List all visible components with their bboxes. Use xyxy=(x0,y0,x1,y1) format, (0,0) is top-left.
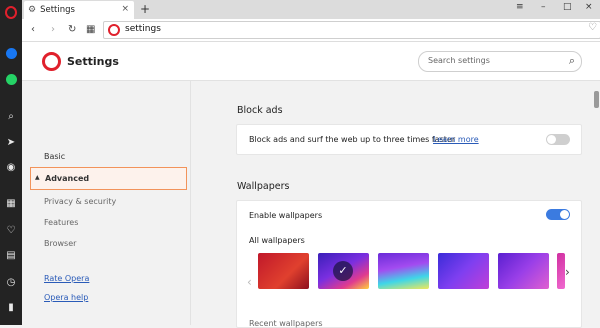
maximize-button[interactable]: □ xyxy=(563,2,572,12)
search-placeholder: Search settings xyxy=(428,56,490,65)
search-settings-input[interactable]: Search settings ⌕ xyxy=(418,51,582,72)
settings-page: Settings Search settings ⌕ Basic ▲ Advan… xyxy=(22,42,600,328)
messenger-icon[interactable] xyxy=(4,46,18,60)
url-field[interactable]: settings ♡ xyxy=(103,21,600,39)
heart-icon[interactable]: ♡ xyxy=(4,223,18,237)
wallpaper-thumb-6[interactable] xyxy=(557,253,565,289)
settings-content: Block ads Block ads and surf the web up … xyxy=(191,81,600,328)
sidebar-item-advanced[interactable]: ▲ Advanced xyxy=(30,167,187,190)
all-wallpapers-label: All wallpapers xyxy=(249,236,305,245)
learn-more-link[interactable]: Learn more xyxy=(433,135,479,144)
block-ads-heading: Block ads xyxy=(237,105,283,116)
toggle-knob xyxy=(547,135,556,144)
menu-icon[interactable]: ≡ xyxy=(516,2,524,12)
back-button[interactable]: ‹ xyxy=(31,24,35,35)
bookmark-heart-icon[interactable]: ♡ xyxy=(588,22,597,33)
tab-close-icon[interactable]: × xyxy=(121,4,129,14)
block-ads-toggle[interactable] xyxy=(546,134,570,145)
whatsapp-icon[interactable] xyxy=(4,72,18,86)
close-window-button[interactable]: × xyxy=(585,2,593,12)
wallpaper-thumb-4[interactable] xyxy=(438,253,489,289)
speed-dial-button[interactable]: ▦ xyxy=(86,24,95,35)
address-bar: ‹ › ↻ ▦ settings ♡ xyxy=(22,19,600,42)
search-icon: ⌕ xyxy=(568,54,575,67)
enable-wallpapers-toggle[interactable] xyxy=(546,209,570,220)
page-scrollbar[interactable] xyxy=(593,88,600,325)
send-icon[interactable]: ➤ xyxy=(4,135,18,149)
settings-header: Settings Search settings ⌕ xyxy=(22,42,600,81)
opera-help-link[interactable]: Opera help xyxy=(44,293,88,302)
tab-settings[interactable]: ⚙ Settings × xyxy=(24,1,134,19)
opera-site-icon xyxy=(108,24,120,36)
gear-icon: ⚙ xyxy=(28,5,37,15)
block-ads-card: Block ads and surf the web up to three t… xyxy=(236,124,582,155)
rate-opera-link[interactable]: Rate Opera xyxy=(44,274,89,283)
collapse-arrow-icon: ▲ xyxy=(35,174,40,181)
wallpaper-thumb-5[interactable] xyxy=(498,253,549,289)
sidebar-item-basic[interactable]: Basic xyxy=(44,152,65,161)
history-icon[interactable]: ◷ xyxy=(4,275,18,289)
enable-wallpapers-label: Enable wallpapers xyxy=(249,211,323,220)
news-icon[interactable]: ▤ xyxy=(4,248,18,262)
opera-menu-icon[interactable] xyxy=(4,5,18,19)
camera-icon[interactable]: ◉ xyxy=(4,160,18,174)
page-title: Settings xyxy=(67,55,119,68)
wallpaper-next-arrow[interactable]: › xyxy=(565,265,570,279)
reload-button[interactable]: ↻ xyxy=(68,24,76,35)
wallpapers-heading: Wallpapers xyxy=(237,181,290,192)
settings-sidebar: Basic ▲ Advanced Privacy & security Feat… xyxy=(22,81,191,325)
tab-strip: ⚙ Settings × + ≡ – □ × xyxy=(22,0,600,19)
wallpaper-thumb-1[interactable] xyxy=(258,253,309,289)
scrollbar-thumb[interactable] xyxy=(594,91,599,108)
search-icon[interactable]: ⌕ xyxy=(4,109,18,123)
wallpaper-thumb-3[interactable] xyxy=(378,253,429,289)
recent-wallpapers-label: Recent wallpapers xyxy=(249,319,323,328)
selected-check-icon: ✓ xyxy=(333,261,353,281)
url-text: settings xyxy=(125,24,161,34)
block-ads-text: Block ads and surf the web up to three t… xyxy=(249,135,456,144)
opera-sidebar-rail: ⌕ ➤ ◉ ▦ ♡ ▤ ◷ ▮ xyxy=(0,0,22,325)
toggle-knob xyxy=(560,210,569,219)
sidebar-item-browser[interactable]: Browser xyxy=(44,239,76,248)
sidebar-item-label: Advanced xyxy=(45,174,90,183)
wallpaper-thumb-2[interactable]: ✓ xyxy=(318,253,369,289)
new-tab-button[interactable]: + xyxy=(140,2,150,16)
opera-logo-icon xyxy=(42,52,61,71)
speed-dial-icon[interactable]: ▦ xyxy=(4,196,18,210)
sidebar-item-privacy[interactable]: Privacy & security xyxy=(44,197,116,206)
sidebar-toggle-icon[interactable]: ▮ xyxy=(4,300,18,314)
minimize-button[interactable]: – xyxy=(541,2,546,12)
forward-button[interactable]: › xyxy=(51,24,55,35)
wallpaper-prev-arrow[interactable]: ‹ xyxy=(247,275,252,289)
tab-title: Settings xyxy=(40,5,75,15)
sidebar-item-features[interactable]: Features xyxy=(44,218,78,227)
